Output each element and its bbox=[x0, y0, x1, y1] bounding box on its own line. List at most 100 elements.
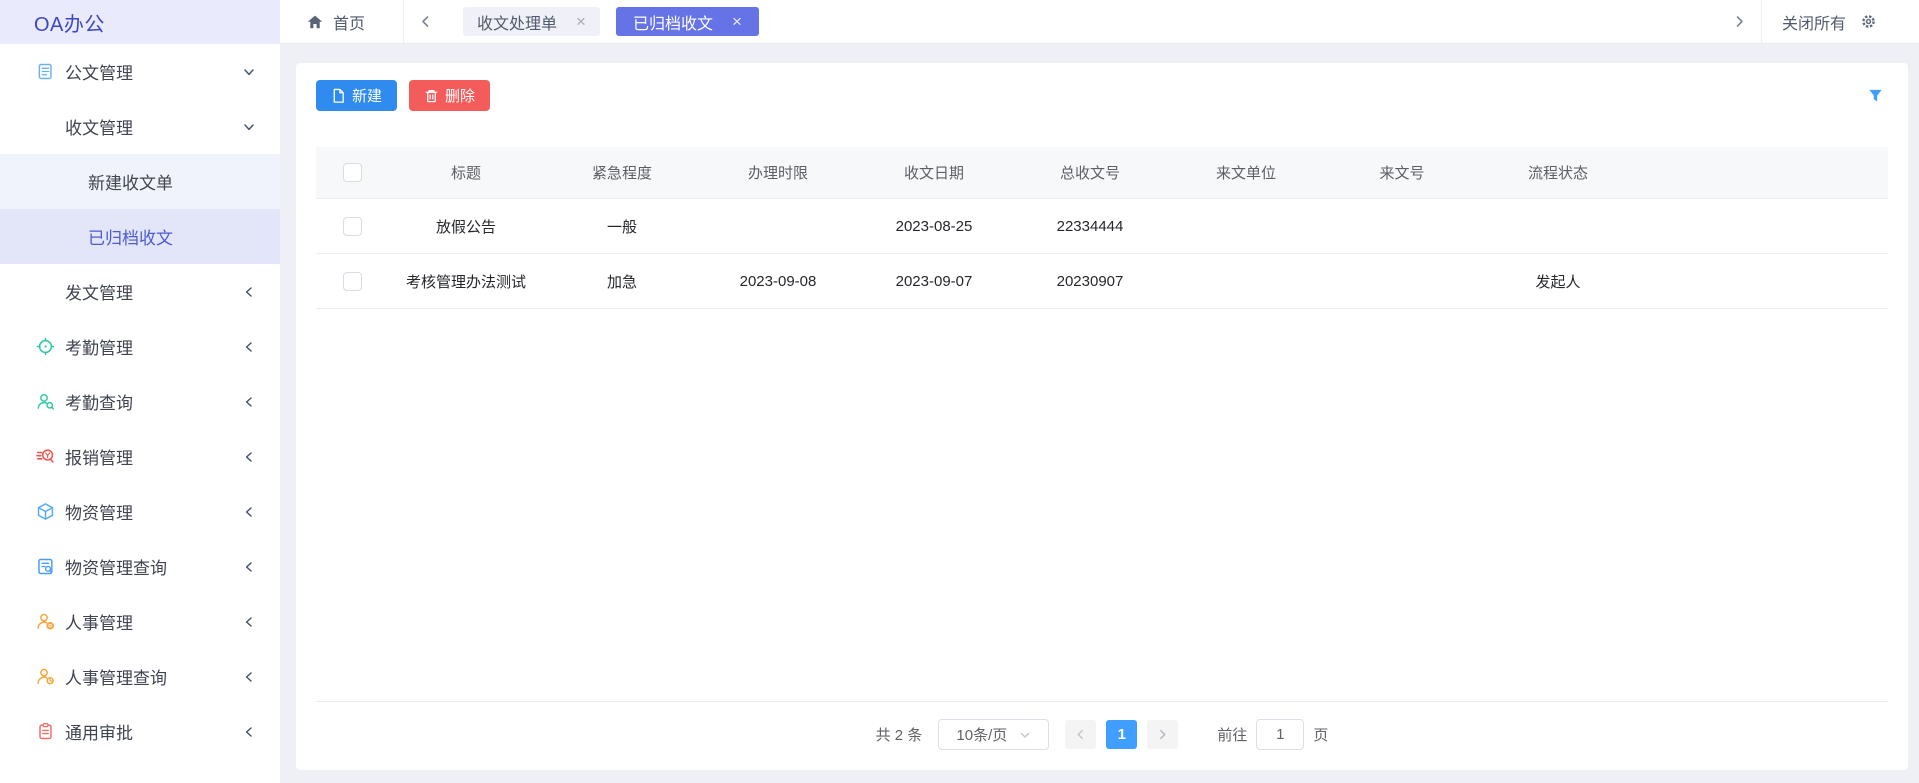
tab-2-active[interactable]: 已归档收文 × bbox=[616, 7, 759, 36]
sidebar-item-materials-query[interactable]: 物资管理查询 bbox=[0, 539, 280, 594]
row-checkbox[interactable] bbox=[343, 272, 362, 291]
sidebar-item-dispatch-manage[interactable]: 发文管理 bbox=[0, 264, 280, 319]
sidebar: OA办公 公文管理收文管理新建收文单已归档收文发文管理考勤管理考勤查询报销管理物… bbox=[0, 0, 280, 783]
gear-icon[interactable] bbox=[1860, 13, 1877, 30]
chevron-down-icon bbox=[1019, 729, 1031, 741]
sidebar-item-label: 报销管理 bbox=[65, 444, 133, 469]
document-scroll-icon bbox=[36, 62, 55, 81]
chevron-left-icon bbox=[242, 505, 256, 519]
table-body: 放假公告一般 2023-08-2522334444 考核管理办法测试加急2023-0… bbox=[316, 199, 1888, 309]
pagination: 共 2 条 10条/页 1 bbox=[316, 719, 1888, 750]
table-row[interactable]: 放假公告一般 2023-08-2522334444 bbox=[316, 199, 1888, 254]
sidebar-item-label: 公文管理 bbox=[65, 59, 133, 84]
chevron-left-icon bbox=[242, 285, 256, 299]
table-cell: 20230907 bbox=[1012, 273, 1168, 290]
app-window: OA办公 公文管理收文管理新建收文单已归档收文发文管理考勤管理考勤查询报销管理物… bbox=[0, 0, 1919, 783]
sidebar-menu: 公文管理收文管理新建收文单已归档收文发文管理考勤管理考勤查询报销管理物资管理物资… bbox=[0, 44, 280, 759]
sidebar-item-label: 通用审批 bbox=[65, 719, 133, 744]
goto-suffix-label: 页 bbox=[1313, 724, 1328, 745]
tab-home[interactable]: 首页 bbox=[280, 10, 403, 34]
chevron-left-icon bbox=[242, 615, 256, 629]
page-number-button[interactable]: 1 bbox=[1106, 720, 1137, 749]
table-cell: 22334444 bbox=[1012, 218, 1168, 235]
sidebar-item-label: 人事管理查询 bbox=[65, 664, 167, 689]
materials-query-icon bbox=[36, 557, 55, 576]
trash-icon bbox=[424, 88, 439, 104]
goto-page-input[interactable] bbox=[1256, 719, 1304, 750]
sidebar-item-receive-manage[interactable]: 收文管理 bbox=[0, 99, 280, 154]
table-empty-area bbox=[316, 309, 1888, 702]
attendance-search-icon bbox=[36, 392, 55, 411]
sidebar-item-attendance-manage[interactable]: 考勤管理 bbox=[0, 319, 280, 374]
page-size-select[interactable]: 10条/页 bbox=[938, 719, 1049, 750]
sidebar-item-expense-manage[interactable]: 报销管理 bbox=[0, 429, 280, 484]
sidebar-item-label: 发文管理 bbox=[65, 279, 133, 304]
sidebar-item-label: 物资管理 bbox=[65, 499, 133, 524]
sidebar-item-materials-manage[interactable]: 物资管理 bbox=[0, 484, 280, 539]
chevron-left-icon bbox=[242, 670, 256, 684]
chevron-left-icon bbox=[242, 340, 256, 354]
chevron-left-icon bbox=[242, 450, 256, 464]
table-cell: 2023-09-07 bbox=[856, 273, 1012, 290]
tab-label: 已归档收文 bbox=[633, 10, 713, 34]
sidebar-item-archived-receive[interactable]: 已归档收文 bbox=[0, 209, 280, 264]
table-cell: 发起人 bbox=[1480, 271, 1636, 292]
tab-bar: 首页 收文处理单 × 已归档收文 × 关闭所有 bbox=[280, 0, 1919, 44]
sidebar-item-attendance-query[interactable]: 考勤查询 bbox=[0, 374, 280, 429]
delete-button[interactable]: 删除 bbox=[409, 80, 490, 111]
row-checkbox[interactable] bbox=[343, 217, 362, 236]
previous-page-button[interactable] bbox=[1065, 720, 1096, 749]
tabbar-divider-right bbox=[1761, 0, 1762, 43]
chevron-down-icon bbox=[242, 65, 256, 79]
close-icon[interactable]: × bbox=[732, 13, 742, 30]
table-cell: 一般 bbox=[544, 216, 700, 237]
approval-clipboard-icon bbox=[36, 722, 55, 741]
tabs-scroll-left-icon[interactable] bbox=[404, 14, 447, 29]
chevron-left-icon bbox=[242, 395, 256, 409]
home-icon bbox=[306, 13, 324, 31]
column-header: 收文日期 bbox=[856, 162, 1012, 183]
sidebar-item-general-approval[interactable]: 通用审批 bbox=[0, 704, 280, 759]
column-header: 来文号 bbox=[1324, 162, 1480, 183]
app-title: OA办公 bbox=[0, 0, 280, 44]
close-icon[interactable]: × bbox=[576, 13, 586, 30]
tab-home-label: 首页 bbox=[333, 10, 365, 34]
table-cell: 放假公告 bbox=[388, 216, 544, 237]
table-header-row: 标题紧急程度办理时限收文日期总收文号来文单位来文号流程状态 bbox=[316, 147, 1888, 199]
hr-clock-icon bbox=[36, 667, 55, 686]
expense-search-icon bbox=[36, 447, 55, 466]
sidebar-item-label: 考勤管理 bbox=[65, 334, 133, 359]
sidebar-item-label: 人事管理 bbox=[65, 609, 133, 634]
table-row[interactable]: 考核管理办法测试加急2023-09-082023-09-0720230907发起… bbox=[316, 254, 1888, 309]
tabs-scroll-right-icon[interactable] bbox=[1718, 14, 1761, 29]
filter-funnel-icon[interactable] bbox=[1867, 87, 1888, 104]
chevron-down-icon bbox=[242, 120, 256, 134]
toolbar: 新建 删除 bbox=[316, 80, 1888, 111]
tab-1[interactable]: 收文处理单 × bbox=[463, 7, 600, 36]
table-cell: 2023-09-08 bbox=[700, 273, 856, 290]
chevron-left-icon bbox=[242, 725, 256, 739]
sidebar-item-label: 考勤查询 bbox=[65, 389, 133, 414]
table-cell: 考核管理办法测试 bbox=[388, 271, 544, 292]
goto-label: 前往 bbox=[1217, 724, 1247, 745]
sidebar-item-hr-manage[interactable]: 人事管理 bbox=[0, 594, 280, 649]
hr-gear-icon bbox=[36, 612, 55, 631]
column-header: 来文单位 bbox=[1168, 162, 1324, 183]
page-content: 新建 删除 标题紧急程度办理时限收文日期总收文号来文 bbox=[280, 44, 1919, 783]
attendance-target-icon bbox=[36, 337, 55, 356]
column-header: 办理时限 bbox=[700, 162, 856, 183]
sidebar-item-hr-query[interactable]: 人事管理查询 bbox=[0, 649, 280, 704]
sidebar-item-new-receive-form[interactable]: 新建收文单 bbox=[0, 154, 280, 209]
new-button[interactable]: 新建 bbox=[316, 80, 397, 111]
tab-label: 收文处理单 bbox=[477, 10, 557, 34]
column-header: 总收文号 bbox=[1012, 162, 1168, 183]
new-document-icon bbox=[331, 88, 346, 104]
sidebar-item-label: 收文管理 bbox=[65, 114, 133, 139]
close-all-button[interactable]: 关闭所有 bbox=[1782, 10, 1846, 34]
archived-documents-panel: 新建 删除 标题紧急程度办理时限收文日期总收文号来文 bbox=[296, 63, 1908, 770]
sidebar-item-document-manage[interactable]: 公文管理 bbox=[0, 44, 280, 99]
table-cell: 2023-08-25 bbox=[856, 218, 1012, 235]
chevron-left-icon bbox=[242, 560, 256, 574]
select-all-checkbox[interactable] bbox=[343, 163, 362, 182]
next-page-button[interactable] bbox=[1147, 720, 1178, 749]
